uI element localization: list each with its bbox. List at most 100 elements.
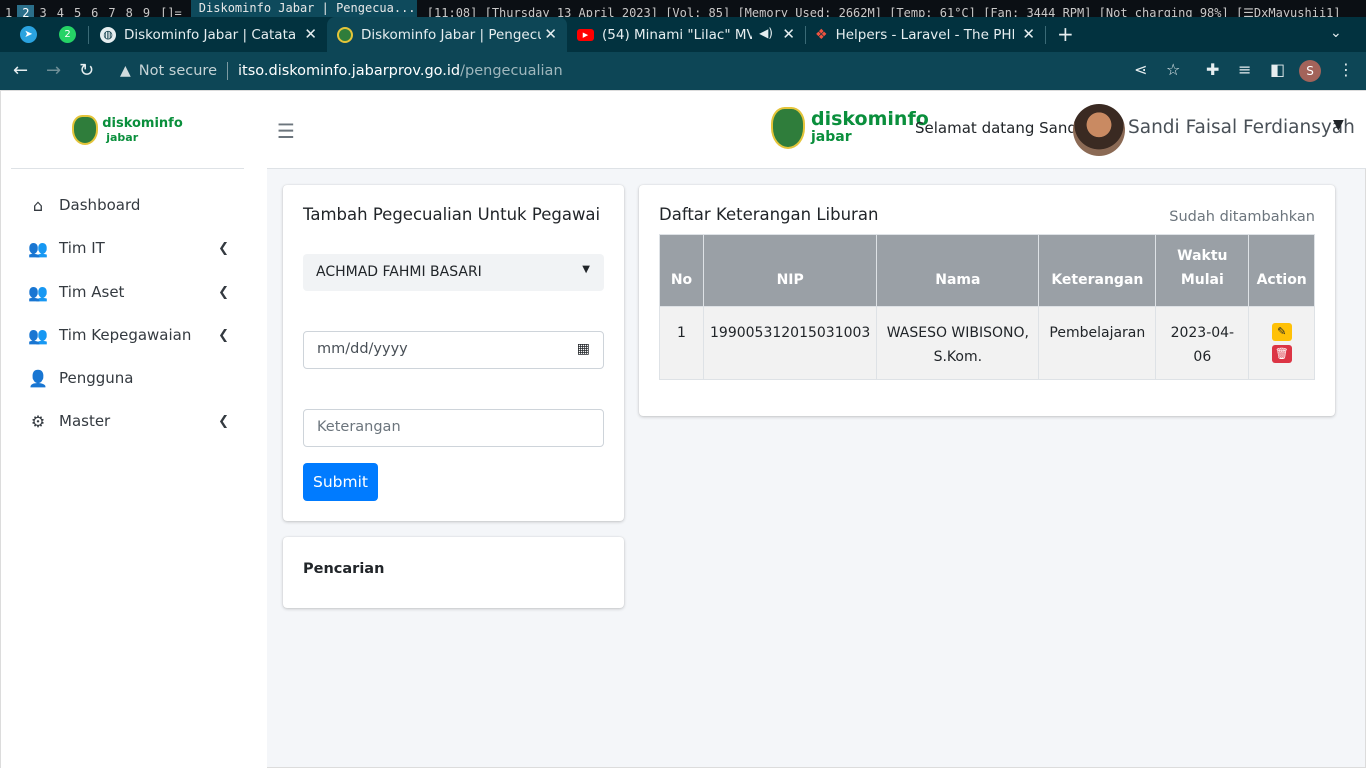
- forward-arrow-icon[interactable]: →: [46, 60, 61, 81]
- url-path[interactable]: /pengecualian: [460, 63, 563, 79]
- keterangan-input[interactable]: Keterangan: [303, 409, 604, 447]
- whatsapp-pinned-tab[interactable]: 2: [59, 26, 76, 43]
- warning-triangle-icon[interactable]: ▲: [120, 63, 131, 79]
- browser-toolbar: ← → ↻ ▲ Not secure itso.diskominfo.jabar…: [0, 52, 1366, 90]
- sidebar-item-label: Tim Aset: [59, 283, 125, 301]
- close-icon[interactable]: ✕: [304, 25, 317, 43]
- close-icon[interactable]: ✕: [782, 25, 795, 43]
- calendar-icon[interactable]: ▦: [577, 341, 590, 357]
- welcome-text: Selamat datang Sandi: [915, 119, 1082, 137]
- workspace-9[interactable]: 9: [138, 5, 155, 17]
- tab-search-chevron-icon[interactable]: ⌄: [1330, 25, 1342, 41]
- home-icon: ⌂: [32, 195, 44, 215]
- audio-playing-icon[interactable]: ◀): [759, 26, 773, 40]
- trash-icon[interactable]: 🗑: [1271, 345, 1292, 363]
- menu-kebab-icon[interactable]: ⋮: [1338, 60, 1354, 79]
- layout-indicator: []=: [160, 6, 182, 17]
- cell-waktu-mulai: 2023-04-06: [1155, 306, 1250, 380]
- chevron-left-icon: ❮: [218, 413, 229, 429]
- sidebar-item-pengguna[interactable]: 👤 Pengguna: [27, 363, 237, 393]
- tab-title: Diskominfo Jabar | Pengecualian: [361, 26, 541, 43]
- workspace-1[interactable]: 1: [0, 5, 17, 17]
- workspace-3[interactable]: 3: [34, 5, 51, 17]
- holiday-list-card: Daftar Keterangan Liburan Sudah ditambah…: [639, 185, 1335, 416]
- new-tab-plus-icon[interactable]: +: [1057, 22, 1074, 46]
- sidebar-item-label: Master: [59, 412, 111, 430]
- omnibox[interactable]: ▲ Not secure itso.diskominfo.jabarprov.g…: [110, 56, 1160, 86]
- user-avatar[interactable]: [1073, 104, 1125, 156]
- back-arrow-icon[interactable]: ←: [13, 60, 28, 81]
- url-host[interactable]: itso.diskominfo.jabarprov.go.id: [238, 63, 460, 79]
- employee-select[interactable]: ACHMAD FAHMI BASARI ▼: [303, 254, 604, 291]
- header-logo: diskominfo jabar: [771, 107, 929, 149]
- sidebar-item-dashboard[interactable]: ⌂ Dashboard: [27, 190, 237, 220]
- logo-line2: jabar: [811, 129, 852, 145]
- users-icon: 👥: [28, 282, 48, 302]
- user-name[interactable]: Sandi Faisal Ferdiansyah: [1128, 117, 1355, 138]
- column-header-no: No: [659, 234, 704, 307]
- sidebar-logo[interactable]: diskominfo jabar: [11, 91, 244, 169]
- tab-catatan[interactable]: ◍ Diskominfo Jabar | Catatan ✕: [92, 17, 327, 52]
- hamburger-menu-icon[interactable]: ☰: [277, 119, 295, 143]
- dropdown-arrow-icon: ▼: [582, 264, 590, 275]
- workspace-2[interactable]: 2: [17, 5, 35, 17]
- cell-action: ✎ 🗑: [1248, 306, 1315, 380]
- search-card: Pencarian: [283, 537, 624, 608]
- cell-no: 1: [659, 306, 704, 380]
- cell-nama: WASESO WIBISONO, S.Kom.: [876, 306, 1040, 380]
- cell-keterangan: Pembelajaran: [1038, 306, 1157, 380]
- sidebar-item-tim-it[interactable]: 👥 Tim IT ❮: [27, 233, 237, 263]
- top-navbar: ☰ diskominfo jabar Selamat datang Sandi …: [267, 91, 1366, 169]
- caret-down-icon[interactable]: ▼: [1333, 117, 1344, 133]
- tab-separator: [1045, 26, 1046, 44]
- jabar-emblem-icon: [771, 107, 805, 149]
- sidebar-item-label: Tim IT: [59, 239, 105, 257]
- sidebar-item-master[interactable]: ⚙ Master ❮: [27, 406, 237, 436]
- extensions-puzzle-icon[interactable]: ✚: [1206, 60, 1219, 79]
- telegram-pinned-tab[interactable]: ➤: [20, 26, 37, 43]
- tab-youtube[interactable]: ▶ (54) Minami "Lilac" MV ◀) ✕: [567, 17, 806, 52]
- submit-button[interactable]: Submit: [303, 463, 378, 501]
- tab-title: Diskominfo Jabar | Catatan: [124, 26, 296, 43]
- column-header-keterangan: Keterangan: [1038, 234, 1157, 307]
- card-title: Daftar Keterangan Liburan: [659, 205, 879, 224]
- media-queue-icon[interactable]: ≡: [1238, 60, 1251, 79]
- workspace-4[interactable]: 4: [52, 5, 69, 17]
- share-icon[interactable]: ⋖: [1134, 60, 1147, 79]
- close-icon[interactable]: ✕: [1022, 25, 1035, 43]
- users-icon: 👥: [28, 325, 48, 345]
- side-panel-icon[interactable]: ◧: [1270, 60, 1285, 79]
- search-card-title[interactable]: Pencarian: [303, 561, 384, 577]
- logo-line1: diskominfo: [102, 115, 183, 131]
- table-row: 1 199005312015031003 WASESO WIBISONO, S.…: [659, 306, 1315, 380]
- omnibox-divider: [227, 62, 228, 80]
- workspace-6[interactable]: 6: [86, 5, 103, 17]
- logo-line1: diskominfo: [811, 108, 929, 130]
- card-title: Tambah Pegecualian Untuk Pegawai: [303, 205, 601, 224]
- tab-pengecualian[interactable]: Diskominfo Jabar | Pengecualian ✕: [327, 17, 567, 52]
- edit-icon[interactable]: ✎: [1271, 323, 1292, 341]
- sidebar-item-tim-aset[interactable]: 👥 Tim Aset ❮: [27, 277, 237, 307]
- date-input[interactable]: mm/dd/yyyy ▦: [303, 331, 604, 369]
- bookmark-star-icon[interactable]: ☆: [1166, 60, 1180, 79]
- profile-avatar[interactable]: S: [1299, 60, 1321, 82]
- sidebar-item-tim-kepegawaian[interactable]: 👥 Tim Kepegawaian ❮: [27, 320, 237, 350]
- column-header-action: Action: [1248, 234, 1315, 307]
- workspace-7[interactable]: 7: [103, 5, 120, 17]
- web-page: diskominfo jabar ⌂ Dashboard 👥 Tim IT ❮ …: [0, 90, 1366, 769]
- logo-line2: jabar: [106, 130, 139, 144]
- sidebar-item-label: Tim Kepegawaian: [59, 326, 192, 344]
- workspace-5[interactable]: 5: [69, 5, 86, 17]
- close-icon[interactable]: ✕: [544, 25, 557, 43]
- reload-icon[interactable]: ↻: [79, 60, 94, 81]
- workspace-8[interactable]: 8: [121, 5, 138, 17]
- security-label[interactable]: Not secure: [139, 63, 217, 79]
- wm-window-title: Diskominfo Jabar | Pengecua...: [190, 0, 417, 17]
- column-header-nip: NIP: [702, 234, 878, 307]
- holiday-table: No NIP Nama Keterangan Waktu Mulai Actio…: [659, 234, 1315, 380]
- tab-laravel[interactable]: ❖ Helpers - Laravel - The PHP ✕: [805, 17, 1046, 52]
- chevron-left-icon: ❮: [218, 284, 229, 300]
- column-header-nama: Nama: [876, 234, 1040, 307]
- gear-icon: ⚙: [30, 411, 46, 431]
- sidebar-item-label: Dashboard: [59, 196, 141, 214]
